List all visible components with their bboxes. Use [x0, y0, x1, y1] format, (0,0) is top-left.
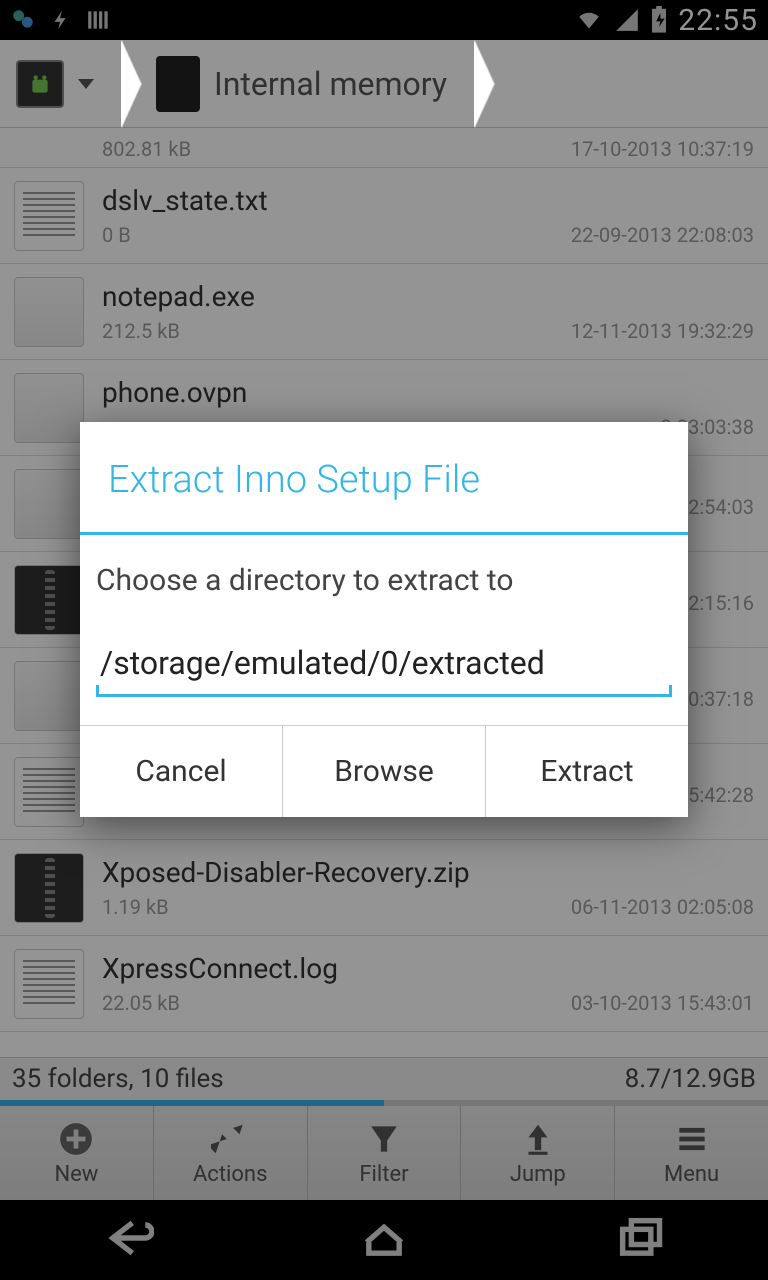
dialog-prompt: Choose a directory to extract to	[96, 563, 672, 598]
dialog-title: Extract Inno Setup File	[80, 422, 688, 532]
extract-button[interactable]: Extract	[486, 726, 688, 817]
cancel-button[interactable]: Cancel	[80, 726, 283, 817]
extract-dialog: Extract Inno Setup File Choose a directo…	[80, 422, 688, 817]
browse-button[interactable]: Browse	[283, 726, 486, 817]
extract-path-input[interactable]	[96, 632, 672, 697]
